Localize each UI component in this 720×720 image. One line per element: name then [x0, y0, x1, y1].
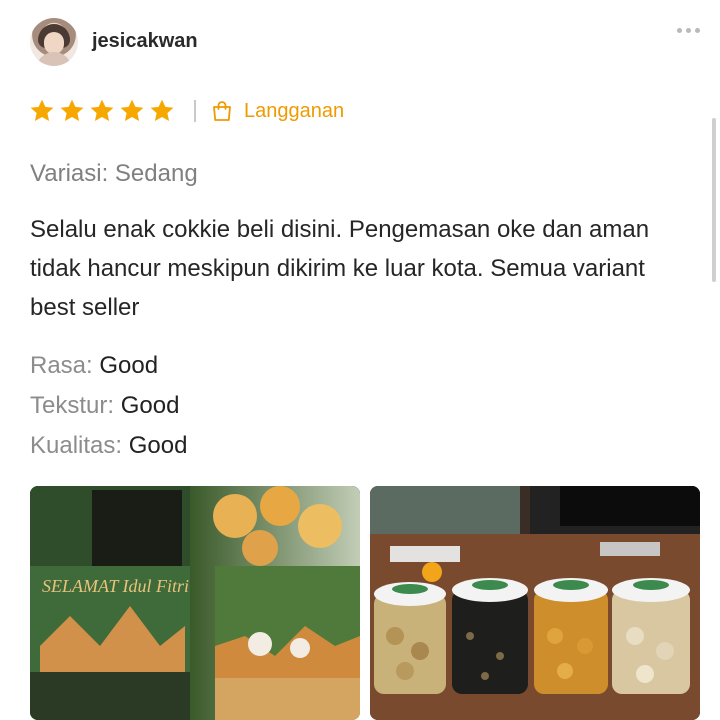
- cookie-jar-photo: SELAMAT Idul Fitri: [30, 486, 360, 720]
- cookie-jars-table-photo: [370, 486, 700, 720]
- subscription-label: Langganan: [244, 99, 345, 122]
- star-icon: [60, 99, 84, 122]
- avatar-face: [44, 32, 64, 54]
- scrollbar[interactable]: [712, 118, 716, 282]
- attribute-name: Kualitas:: [30, 432, 123, 459]
- rating-row: Langganan: [28, 96, 344, 126]
- review-photo-2[interactable]: [370, 486, 700, 720]
- avatar[interactable]: [30, 18, 78, 66]
- star-icon: [150, 99, 174, 122]
- star-icon: [120, 99, 144, 122]
- attribute-taste: Rasa: Good: [30, 346, 187, 386]
- shopping-bag-icon: [213, 101, 231, 121]
- more-options-icon[interactable]: [677, 28, 700, 33]
- attribute-value: Good: [120, 392, 180, 419]
- variation-text: Variasi: Sedang: [30, 160, 198, 187]
- review-text: Selalu enak cokkie beli disini. Pengemas…: [30, 216, 650, 321]
- avatar-shirt: [36, 52, 72, 66]
- attribute-value: Good: [128, 432, 188, 459]
- username[interactable]: jesicakwan: [92, 30, 198, 53]
- attribute-name: Rasa:: [30, 352, 93, 379]
- divider: [194, 100, 196, 122]
- jar-label-text: SELAMAT Idul Fitri: [42, 576, 189, 596]
- star-icon: [30, 99, 54, 122]
- star-icon: [90, 99, 114, 122]
- attribute-value: Good: [99, 352, 159, 379]
- review-card: jesicakwan Langganan Variasi: Sedang Sel…: [0, 0, 720, 720]
- review-photo-1[interactable]: SELAMAT Idul Fitri: [30, 486, 360, 720]
- attribute-quality: Kualitas: Good: [30, 426, 187, 466]
- attribute-texture: Tekstur: Good: [30, 386, 187, 426]
- attribute-name: Tekstur:: [30, 392, 115, 419]
- attribute-list: Rasa: Good Tekstur: Good Kualitas: Good: [30, 346, 187, 466]
